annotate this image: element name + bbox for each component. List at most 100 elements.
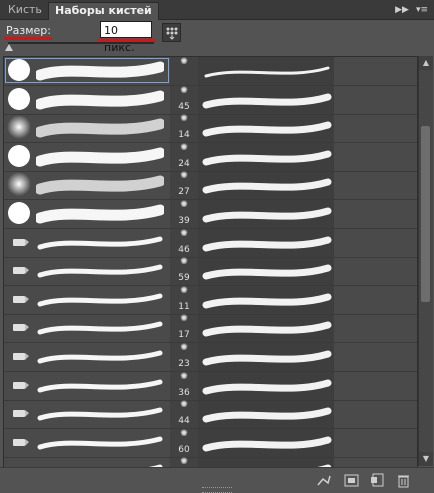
brush-stroke-preview [37, 379, 163, 393]
brush-tip-icon: ✺ [180, 114, 188, 125]
brush-size-number: 24 [178, 158, 190, 169]
brush-tip-thumbnail [13, 267, 29, 275]
toggle-preset-view-button[interactable] [162, 23, 181, 42]
size-label-highlight [4, 37, 52, 40]
brush-stroke-preview [202, 321, 332, 337]
brush-tip-thumbnail [13, 438, 29, 446]
brush-preset-list[interactable]: ✺ ✺ 45 ✺ 14 ✺ 24 ✺ 27 ✺ 39 ✺ 46 ✺ 59 ✺ 11 ✺ 17 ✺ 23 ✺ 36 ✺ 44 ✺ 60… [3, 56, 418, 468]
brush-row[interactable]: ✺ 39 [4, 200, 417, 229]
brush-stroke-preview [36, 90, 164, 110]
brush-row[interactable]: ✺ [4, 57, 417, 86]
brush-tip-icon: ✺ [180, 57, 188, 67]
brush-tip-icon: ✺ [180, 200, 188, 210]
size-slider-track[interactable] [8, 42, 154, 44]
brush-tip-icon: ✺ [180, 228, 188, 239]
size-slider-thumb[interactable] [5, 44, 14, 51]
brush-size-number: 60 [178, 444, 190, 455]
brush-size-number: 14 [178, 130, 190, 141]
collapse-panel-icon[interactable]: ▶▶ [394, 3, 410, 17]
brush-size-number: 36 [178, 387, 190, 398]
size-input[interactable]: 10 пикс. [100, 21, 152, 54]
brush-row[interactable]: ✺ 59 [4, 257, 417, 287]
brush-tip-thumbnail [7, 172, 31, 197]
panel-menu-icon[interactable]: ▾≡ [414, 3, 430, 17]
brush-row[interactable]: ✺ 27 [4, 171, 417, 201]
brush-stroke-preview [202, 150, 332, 166]
brush-size-number: 59 [178, 273, 190, 284]
brush-stroke-preview [202, 407, 332, 423]
brush-tip-icon: ✺ [180, 142, 188, 153]
brush-stroke-preview [37, 350, 163, 364]
brush-size-cell: ✺ 39 [170, 200, 198, 228]
brush-row[interactable]: ✺ 46 [4, 229, 417, 258]
brush-size-cell: ✺ 44 [170, 400, 198, 428]
brush-size-number: 11 [178, 301, 190, 312]
brush-stroke-preview [202, 236, 332, 252]
brush-tip-icon: ✺ [180, 285, 188, 296]
scroll-up-icon[interactable]: ▲ [419, 56, 433, 70]
brush-row[interactable]: ✺ 36 [4, 372, 417, 401]
brush-stroke-preview [36, 118, 164, 138]
brush-row[interactable]: ✺ 11 [4, 286, 417, 315]
brush-size-cell: ✺ 36 [170, 372, 198, 400]
scrollbar-thumb[interactable] [421, 126, 430, 302]
brush-stroke-preview [36, 175, 164, 195]
brush-row[interactable]: ✺ 17 [4, 314, 417, 344]
scroll-down-icon[interactable]: ▼ [419, 452, 433, 466]
brush-tip-thumbnail [13, 381, 29, 389]
brush-tip-thumbnail [13, 353, 29, 360]
brush-size-number: 44 [178, 416, 190, 427]
brush-size-number: 27 [178, 187, 190, 198]
brush-size-number: 45 [178, 101, 190, 112]
brush-tip-thumbnail [7, 115, 31, 140]
brush-stroke-preview [202, 293, 332, 309]
brush-tip-thumbnail [13, 295, 29, 303]
brush-size-cell: ✺ 60 [170, 429, 198, 457]
brush-stroke-preview [202, 178, 332, 194]
brush-stroke-preview [202, 379, 332, 395]
brush-stroke-preview [36, 147, 164, 167]
tab-brush[interactable]: Кисть [2, 2, 48, 19]
brush-row[interactable]: ✺ 60 [4, 429, 417, 458]
brush-stroke-preview [37, 293, 163, 307]
brush-stroke-preview [37, 264, 163, 278]
brush-size-cell: ✺ 24 [170, 143, 198, 171]
brush-tip-icon: ✺ [180, 428, 188, 439]
brush-tip-thumbnail [8, 59, 30, 81]
brush-size-cell: ✺ [170, 57, 198, 85]
toggle-brush-panel-icon[interactable] [316, 473, 331, 488]
brush-size-cell: ✺ 45 [170, 86, 198, 114]
brush-stroke-preview [37, 436, 163, 450]
brush-stroke-preview [202, 93, 332, 109]
brush-tip-thumbnail [13, 238, 29, 246]
scrollbar[interactable]: ▲ ▼ [418, 56, 433, 466]
new-preset-icon[interactable] [370, 473, 385, 488]
brush-stroke-preview [36, 204, 164, 224]
brush-grid-icon [166, 27, 178, 40]
brush-row[interactable]: ✺ 14 [4, 114, 417, 144]
size-control: Размер: 10 пикс. [0, 20, 434, 54]
brush-size-cell: ✺ 59 [170, 257, 198, 285]
resize-grip[interactable] [202, 487, 232, 493]
brush-row[interactable]: ✺ 23 [4, 343, 417, 372]
brush-tip-icon: ✺ [180, 343, 188, 353]
brush-stroke-preview [202, 121, 332, 137]
delete-brush-icon[interactable] [396, 473, 411, 488]
tab-brush-presets[interactable]: Наборы кистей [48, 2, 159, 20]
create-new-brush-icon[interactable] [344, 473, 359, 488]
brush-row[interactable]: ✺ 45 [4, 86, 417, 115]
brush-row[interactable]: ✺ 44 [4, 400, 417, 430]
brush-size-cell: ✺ 14 [170, 114, 198, 142]
brush-stroke-preview [202, 350, 332, 366]
brush-row[interactable]: ✺ 24 [4, 143, 417, 172]
brush-size-number: 17 [178, 330, 190, 341]
brush-size-cell: ✺ 17 [170, 314, 198, 342]
brush-tip-icon: ✺ [180, 371, 188, 382]
panel-tab-bar: Кисть Наборы кистей ▶▶ ▾≡ [0, 0, 434, 20]
brush-stroke-preview [202, 207, 332, 223]
brush-tip-icon: ✺ [180, 314, 188, 325]
brush-tip-thumbnail [13, 410, 29, 418]
brush-size-cell: ✺ 23 [170, 343, 198, 371]
brush-stroke-preview [37, 321, 163, 335]
brush-size-cell: ✺ 11 [170, 286, 198, 314]
